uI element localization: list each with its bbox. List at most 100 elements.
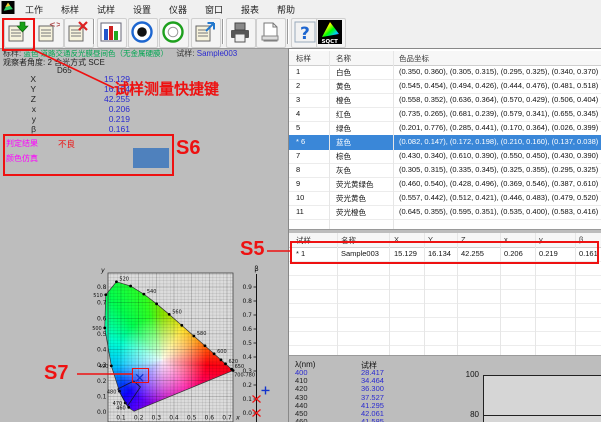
standards-cell: 黄色 [336,81,351,92]
standards-cell: * 6 [296,137,305,146]
spectral-row: 45042.061 [289,409,479,417]
standards-cell: 10 [296,193,304,202]
toolbar-separator [287,19,289,44]
menu-item-2[interactable]: 试样 [94,2,118,17]
standards-cell: 9 [296,179,300,188]
export-button[interactable] [191,18,221,48]
svg-text:540: 540 [147,289,157,295]
standards-cell: (0.557, 0.442), (0.512, 0.421), (0.446, … [399,193,598,202]
doc-up-icon [193,20,217,44]
standards-row-5[interactable]: 5绿色(0.201, 0.776), (0.285, 0.441), (0.17… [289,121,601,136]
standards-row-10[interactable]: 10荧光黄色(0.557, 0.442), (0.512, 0.421), (0… [289,191,601,206]
standards-row-4[interactable]: 4红色(0.735, 0.265), (0.681, 0.239), (0.57… [289,107,601,122]
svg-text:β: β [254,265,258,273]
svg-text:0.4: 0.4 [242,354,252,361]
sce-measure-button[interactable] [159,18,189,48]
standards-cell: 灰色 [336,165,351,176]
column-separator [337,233,338,355]
app-window: 工作标样试样设置仪器窗口报表帮助 <>?SQCT 标样: 蓝色 道路交通反光膜昼… [0,0,601,422]
sample-header-cell: Z [461,235,466,244]
standards-row-3[interactable]: 3橙色(0.558, 0.352), (0.636, 0.364), (0.57… [289,93,601,108]
compare-button[interactable]: <> [34,18,64,48]
print-button[interactable] [226,18,256,48]
standards-row-1[interactable]: 1白色(0.350, 0.360), (0.305, 0.315), (0.29… [289,65,601,80]
delete-button[interactable] [64,18,94,48]
standards-cell: (0.082, 0.147), (0.172, 0.198), (0.210, … [399,137,598,146]
standards-cell: 2 [296,81,300,90]
svg-text:480: 480 [107,389,117,395]
chart-button[interactable] [97,18,127,48]
standards-row-2[interactable]: 2黄色(0.545, 0.454), (0.494, 0.426), (0.44… [289,79,601,94]
sample-name: Sample003 [197,49,237,58]
standards-cell: (0.558, 0.352), (0.636, 0.364), (0.570, … [399,95,598,104]
svg-text:0.4: 0.4 [97,347,107,354]
tristimulus-label: x [0,104,36,114]
svg-text:520: 520 [119,277,129,283]
tristimulus-panel: X15.129Y16.134Z42.255x0.206y0.219β0.161 [0,74,140,136]
standards-cell: 红色 [336,109,351,120]
standards-cell: 5 [296,123,300,132]
tristimulus-label: X [0,74,36,84]
column-separator [535,233,536,355]
sci-measure-button[interactable] [128,18,158,48]
standards-cell: (0.350, 0.360), (0.305, 0.315), (0.295, … [399,67,598,76]
column-separator [424,233,425,355]
svg-text:?: ? [300,24,310,44]
svg-text:0.7: 0.7 [242,312,252,319]
menu-item-3[interactable]: 设置 [130,2,154,17]
page-icon [258,20,282,44]
app-icon[interactable] [1,1,15,16]
print-preview-button[interactable] [256,18,286,48]
column-separator [575,233,576,355]
annotation-s5: S5 [240,238,264,261]
doc-x-icon [66,20,90,44]
circle-filled-icon [130,20,154,44]
sample-header-cell: 名称 [341,235,356,246]
standards-row-9[interactable]: 9荧光黄绿色(0.460, 0.540), (0.428, 0.496), (0… [289,177,601,192]
tristimulus-row: y0.219 [0,114,140,124]
standards-row-6[interactable]: * 6蓝色(0.082, 0.147), (0.172, 0.198), (0.… [289,135,601,150]
menu-item-6[interactable]: 报表 [238,2,262,17]
sqct-button[interactable]: SQCT [316,18,346,48]
bar-chart-icon [99,20,123,44]
menu-item-5[interactable]: 窗口 [202,2,226,17]
spectral-row: 41034.464 [289,376,479,384]
standards-cell: 11 [296,207,304,216]
color-sim-label: 颜色仿真 [6,153,38,164]
reflectance-value: 41.585 [361,417,384,422]
printer-icon [228,20,252,44]
standards-cell: (0.305, 0.315), (0.335, 0.345), (0.325, … [399,165,598,174]
tristimulus-row: X15.129 [0,74,140,84]
sample-cell: 16.134 [428,249,451,258]
measure-sample-button[interactable] [4,18,34,48]
standards-row-11[interactable]: 11荧光橙色(0.645, 0.355), (0.595, 0.351), (0… [289,205,601,220]
standards-cell: 白色 [336,67,351,78]
annotation-s7: S7 [44,362,68,385]
sample-row-1[interactable]: * 1Sample00315.12916.13442.2550.2060.219… [289,247,601,262]
tristimulus-label: Z [0,94,36,104]
standards-row-7[interactable]: 7棕色(0.430, 0.340), (0.610, 0.390), (0.55… [289,149,601,164]
empty-row [289,303,601,318]
svg-text:0.0: 0.0 [97,409,107,416]
menu-item-4[interactable]: 仪器 [166,2,190,17]
standards-cell: 棕色 [336,151,351,162]
menu-item-7[interactable]: 帮助 [274,2,298,17]
standards-cell: (0.430, 0.340), (0.610, 0.390), (0.550, … [399,151,598,160]
circle-open-icon [161,20,185,44]
sample-cell: Sample003 [341,249,379,258]
menu-item-1[interactable]: 标样 [58,2,82,17]
sample-cell: 0.219 [539,249,558,258]
menu-item-0[interactable]: 工作 [22,2,46,17]
spectral-row: 46041.585 [289,417,479,422]
sample-header-cell: x [504,235,508,244]
svg-text:0.1: 0.1 [242,396,252,403]
sample-table: 试样名称XYZxyβ* 1Sample00315.12916.13442.255… [289,233,601,355]
standards-row-8[interactable]: 8灰色(0.305, 0.315), (0.335, 0.345), (0.32… [289,163,601,178]
tristimulus-row: Y16.134 [0,84,140,94]
svg-text:0.7: 0.7 [97,300,107,307]
toolbar-separator [222,19,224,44]
judge-result-value: 不良 [58,138,75,150]
column-separator [457,233,458,355]
svg-text:0.5: 0.5 [97,331,107,338]
svg-text:x: x [235,414,240,422]
